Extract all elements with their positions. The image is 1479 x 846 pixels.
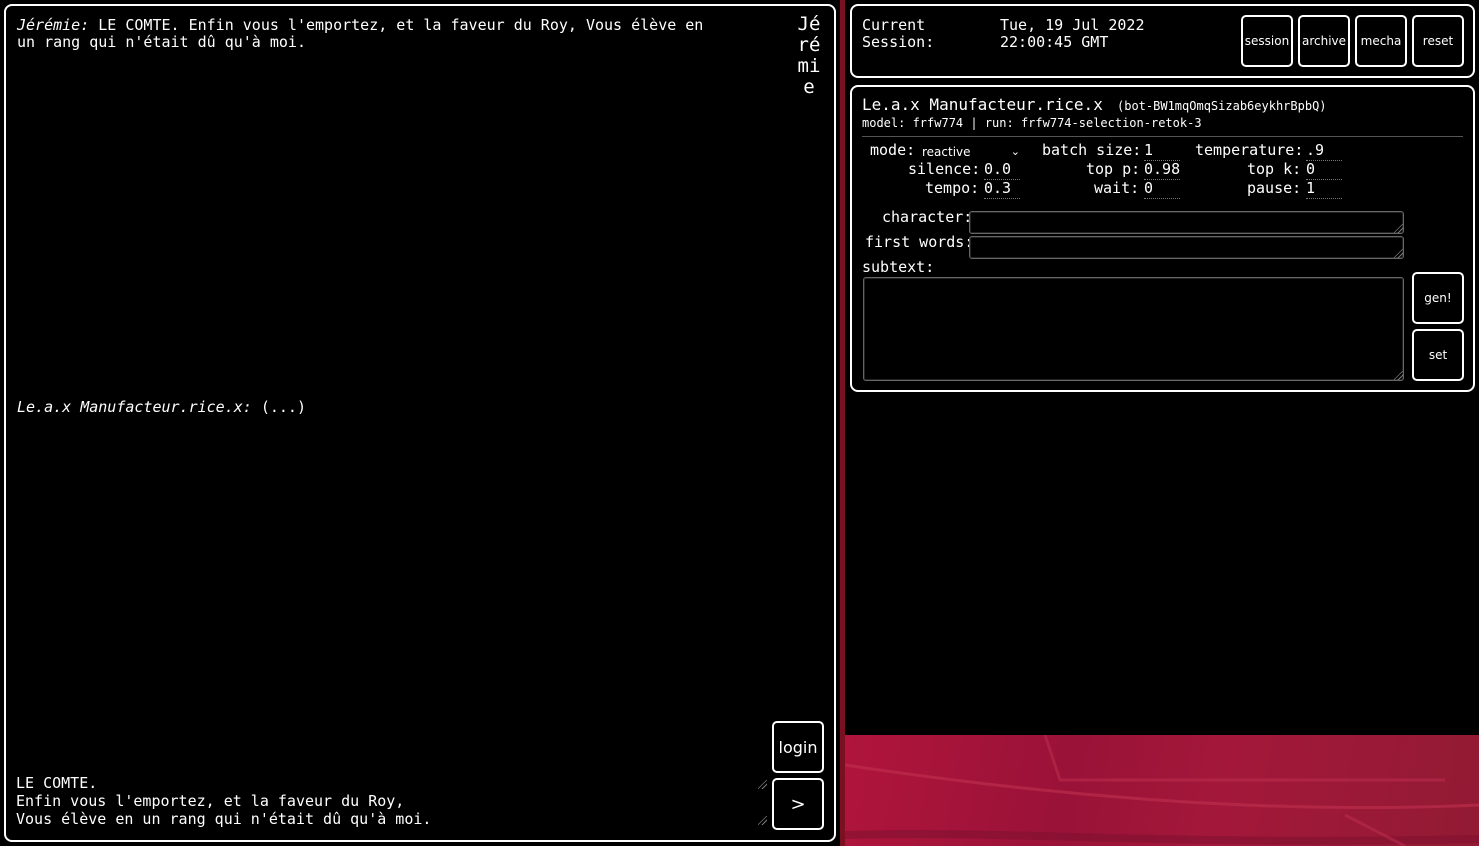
mode-value: reactive <box>922 145 971 159</box>
first-words-label: first words: <box>865 233 974 251</box>
chat-message: Le.a.x Manufacteur.rice.x: (...) <box>17 399 757 416</box>
reset-button[interactable]: reset <box>1412 15 1464 67</box>
top-p-input[interactable]: 0.98 <box>1144 161 1180 180</box>
temperature-label: temperature: <box>1195 141 1304 159</box>
wallpaper-shapes <box>845 735 1479 846</box>
top-k-input[interactable]: 0 <box>1306 161 1342 180</box>
tempo-label: tempo: <box>925 179 980 197</box>
character-label: character: <box>882 208 973 226</box>
login-button[interactable]: login <box>772 721 824 773</box>
chevron-down-icon: ⌄ <box>1010 145 1020 158</box>
temperature-input[interactable]: .9 <box>1306 142 1342 161</box>
session-button[interactable]: session <box>1241 15 1293 67</box>
divider-line <box>862 136 1463 137</box>
mode-select[interactable]: reactive ⌄ <box>922 143 1022 161</box>
chat-panel: Jérémie: LE COMTE. Enfin vous l'emportez… <box>4 4 836 842</box>
subtext-input[interactable] <box>863 277 1404 381</box>
subtext-label: subtext: <box>862 258 935 276</box>
resize-grip-icon[interactable] <box>1394 224 1403 233</box>
session-date: Tue, 19 Jul 2022 <box>1000 16 1145 34</box>
message-input[interactable]: LE COMTE. Enfin vous l'emportez, et la f… <box>16 774 771 830</box>
resize-grip-icon[interactable] <box>1394 249 1403 258</box>
set-button[interactable]: set <box>1412 329 1464 381</box>
wait-input[interactable]: 0 <box>1144 180 1180 199</box>
session-time: 22:00:45 GMT <box>1000 33 1109 51</box>
gen-button[interactable]: gen! <box>1412 272 1464 324</box>
desktop-wallpaper <box>845 735 1479 846</box>
bot-meta: model: frfw774 | run: frfw774-selection-… <box>862 116 1202 130</box>
mode-label: mode: <box>870 141 916 159</box>
resize-grip-icon[interactable] <box>758 816 767 825</box>
batch-size-input[interactable]: 1 <box>1144 142 1180 161</box>
top-k-label: top k: <box>1247 160 1302 178</box>
resize-grip-icon[interactable] <box>758 780 767 789</box>
first-words-input[interactable] <box>969 236 1404 259</box>
message-speaker: Jérémie: <box>17 16 90 34</box>
pause-label: pause: <box>1247 179 1302 197</box>
chat-message: Jérémie: LE COMTE. Enfin vous l'emportez… <box>17 17 757 51</box>
bot-name: Le.a.x Manufacteur.rice.x <box>862 95 1103 114</box>
session-label: Current Session: <box>862 16 935 51</box>
top-p-label: top p: <box>1086 160 1141 178</box>
message-speaker: Le.a.x Manufacteur.rice.x: <box>17 398 252 416</box>
send-button[interactable]: > <box>772 778 824 830</box>
silence-input[interactable]: 0.0 <box>984 161 1020 180</box>
bot-settings-card: Le.a.x Manufacteur.rice.x (bot-BW1mqOmqS… <box>850 85 1475 392</box>
wait-label: wait: <box>1094 179 1140 197</box>
session-card: Current Session: Tue, 19 Jul 2022 22:00:… <box>850 4 1475 78</box>
message-text: LE COMTE. Enfin vous l'emportez, et la f… <box>17 16 704 51</box>
resize-grip-icon[interactable] <box>1394 371 1403 380</box>
tempo-input[interactable]: 0.3 <box>984 180 1020 199</box>
character-input[interactable] <box>969 211 1404 234</box>
message-text: (...) <box>251 398 306 416</box>
mecha-button[interactable]: mecha <box>1355 15 1407 67</box>
user-badge: Jérémie <box>797 13 821 98</box>
silence-label: silence: <box>908 160 981 178</box>
pause-input[interactable]: 1 <box>1306 180 1342 199</box>
archive-button[interactable]: archive <box>1298 15 1350 67</box>
bot-id: (bot-BW1mqOmqSizab6eykhrBpbQ) <box>1117 99 1327 113</box>
batch-size-label: batch size: <box>1042 141 1142 159</box>
